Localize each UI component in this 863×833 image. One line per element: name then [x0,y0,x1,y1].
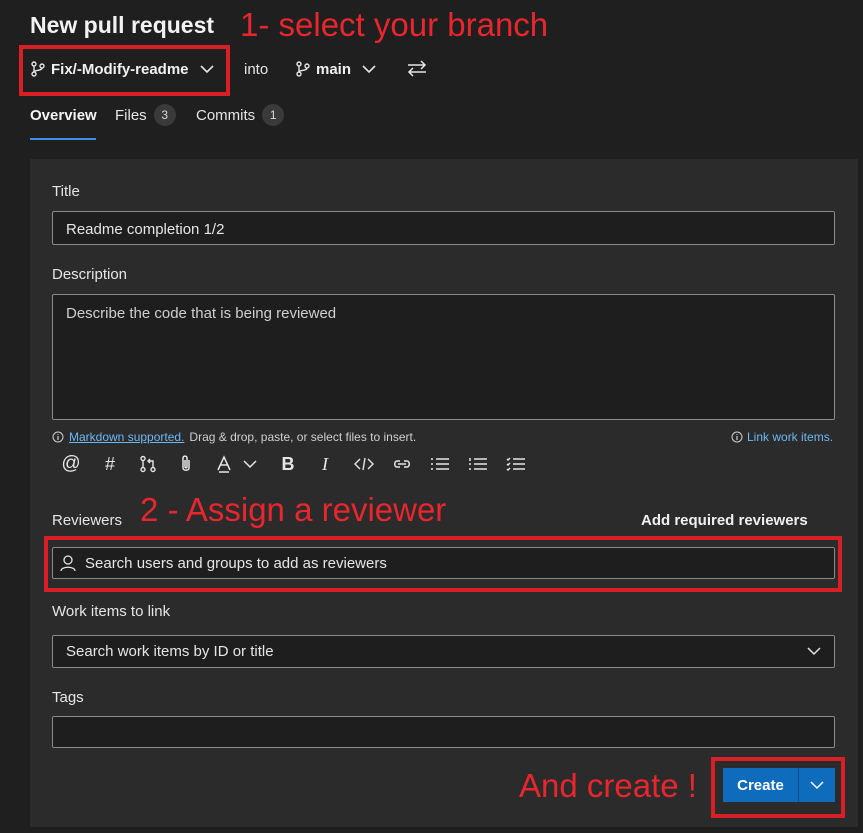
chevron-down-icon [810,780,824,789]
mention-button[interactable]: @ [59,452,83,476]
link-work-items-button[interactable]: Link work items. [731,430,833,444]
work-items-placeholder: Search work items by ID or title [66,643,274,660]
title-input[interactable]: Readme completion 1/2 [52,211,835,245]
paperclip-icon [182,455,190,471]
bold-button[interactable]: B [276,452,300,476]
annotation-step3: And create ! [519,767,697,804]
chevron-down-icon [199,65,214,74]
chevron-down-icon [362,65,376,74]
insert-link-button[interactable] [390,452,414,476]
markdown-hint-text: Drag & drop, paste, or select files to i… [189,430,417,444]
work-items-label: Work items to link [52,603,171,620]
branch-icon [31,61,45,77]
bold-icon: B [281,453,295,474]
work-item-button[interactable]: # [98,452,122,476]
hash-icon: # [104,453,115,474]
tags-input[interactable] [52,716,835,748]
markdown-hint-row: Markdown supported. Drag & drop, paste, … [52,430,416,444]
title-input-value: Readme completion 1/2 [66,221,225,238]
tab-overview[interactable]: Overview [30,103,97,127]
pull-request-link-button[interactable] [136,452,160,476]
tab-commits[interactable]: Commits 1 [196,103,285,127]
reviewers-search-input[interactable]: Search users and groups to add as review… [52,547,835,579]
info-icon [52,431,64,443]
numbered-list-icon [469,458,487,470]
swap-icon [407,60,427,77]
info-icon [731,431,743,443]
source-branch-label: Fix/-Modify-readme [51,60,189,78]
bulleted-list-button[interactable] [428,452,452,476]
target-branch-label: main [316,60,352,78]
code-icon [354,457,374,471]
branch-icon [296,61,310,77]
annotation-step1: 1- select your branch [240,6,549,43]
create-button[interactable]: Create [723,768,799,802]
active-tab-indicator [30,138,96,140]
into-label: into [244,61,269,78]
markdown-supported-link[interactable]: Markdown supported. [69,430,184,444]
task-list-button[interactable] [504,452,528,476]
create-button-group: Create [723,768,835,802]
tab-overview-label: Overview [30,106,97,124]
tab-files-label: Files [115,106,147,124]
link-icon [394,460,410,468]
reviewers-search-placeholder: Search users and groups to add as review… [85,554,387,572]
bulleted-list-icon [431,458,449,470]
pull-request-icon [140,455,156,473]
italic-icon: I [322,453,328,474]
person-icon [60,555,76,572]
tab-files[interactable]: Files 3 [115,103,176,127]
highlight-options-button[interactable] [240,452,260,476]
at-icon: @ [61,453,81,474]
swap-branches-button[interactable] [406,59,428,82]
commits-count-badge: 1 [262,104,285,126]
title-label: Title [52,183,80,200]
link-work-items-label: Link work items. [747,430,834,444]
description-label: Description [52,266,128,283]
create-options-button[interactable] [799,768,835,802]
target-branch-dropdown[interactable]: main [296,58,383,80]
annotation-step2: 2 - Assign a reviewer [140,491,447,528]
chevron-down-icon [243,459,257,468]
tags-label: Tags [52,689,84,706]
add-required-reviewers-button[interactable]: Add required reviewers [641,512,808,529]
italic-button[interactable]: I [313,452,337,476]
work-items-dropdown[interactable]: Search work items by ID or title [52,635,835,668]
chevron-down-icon [807,647,821,656]
code-button[interactable] [352,452,376,476]
highlight-icon [217,455,231,473]
page-title: New pull request [30,12,215,38]
reviewers-label: Reviewers [52,512,123,529]
tab-commits-label: Commits [196,106,256,124]
description-textarea[interactable]: Describe the code that is being reviewed [52,294,835,420]
checklist-icon [506,457,525,471]
description-placeholder: Describe the code that is being reviewed [66,305,337,322]
files-count-badge: 3 [153,104,176,126]
source-branch-dropdown[interactable]: Fix/-Modify-readme [31,58,221,80]
numbered-list-button[interactable] [466,452,490,476]
highlight-button[interactable] [212,452,236,476]
attach-button[interactable] [174,452,198,476]
